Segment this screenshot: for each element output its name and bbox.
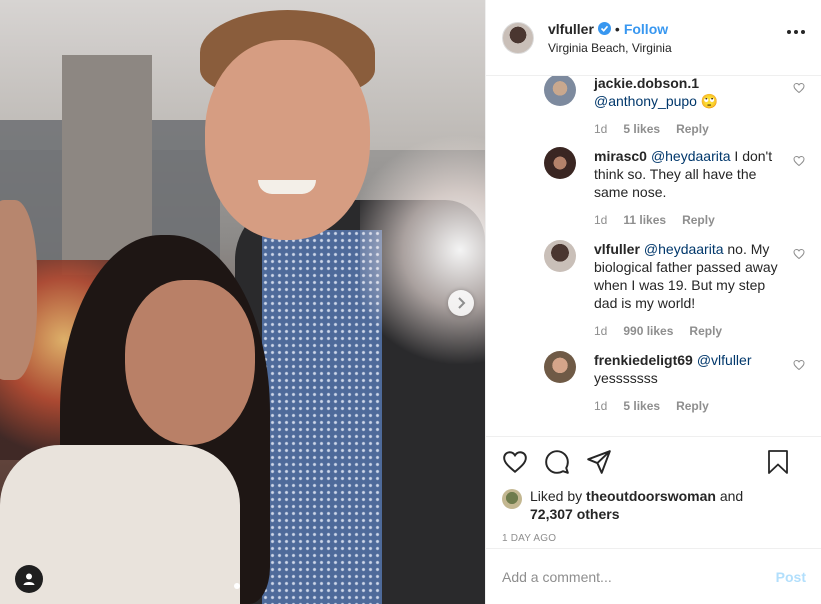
comment-mention[interactable]: @heydaarita [651,148,731,164]
commenter-username[interactable]: mirasc0 [594,148,647,164]
photo-side-person [0,200,37,380]
liked-by-and: and [719,488,744,504]
comment-text: 🙄 [696,93,719,109]
share-icon[interactable] [586,449,612,475]
reply-button[interactable]: Reply [676,399,709,413]
comment-heart-icon[interactable] [793,82,805,94]
commenter-username[interactable]: frenkiedeligt69 [594,352,693,368]
comment-time: 1d [594,122,608,136]
photo-woman-face [125,280,255,445]
comment-mention[interactable]: @vlfuller [697,352,752,368]
bookmark-icon[interactable] [766,449,790,475]
carousel-dots [234,583,240,589]
post-timestamp[interactable]: 1 DAY AGO [502,533,806,544]
add-comment-bar: Post [486,548,821,604]
heart-icon[interactable] [502,449,528,475]
comment-heart-icon[interactable] [793,155,805,167]
liked-by-user[interactable]: theoutdoorswoman [586,488,716,504]
comment-likes[interactable]: 5 likes [623,399,660,413]
reply-button[interactable]: Reply [676,122,709,136]
follow-button[interactable]: Follow [624,21,668,37]
carousel-dot-active [234,583,240,589]
user-tag-icon[interactable] [15,565,43,593]
comment-text: yesssssss [594,370,658,386]
header-separator: • [614,20,620,37]
post-actions: Liked by theoutdoorswoman and 72,307 oth… [486,436,821,544]
comment-likes[interactable]: 990 likes [623,324,673,338]
comment-item: vlfuller @heydaarita no. My biological fa… [544,240,805,338]
commenter-avatar[interactable] [544,147,576,179]
comment-likes[interactable]: 5 likes [623,122,660,136]
post-comment-button[interactable]: Post [776,569,806,585]
commenter-username[interactable]: jackie.dobson.1 [594,76,699,91]
comments-list[interactable]: jackie.dobson.1 @anthony_pupo 🙄 1d 5 lik… [486,76,821,436]
comment-input[interactable] [502,568,776,585]
action-bar [502,437,806,487]
comment-time: 1d [594,213,608,227]
liker-avatar[interactable] [502,489,522,509]
post-location[interactable]: Virginia Beach, Virginia [548,41,672,55]
post-photo[interactable] [0,0,485,604]
comment-icon[interactable] [544,449,570,475]
comment-time: 1d [594,324,608,338]
comment-item: jackie.dobson.1 @anthony_pupo 🙄 1d 5 lik… [544,76,805,136]
comment-heart-icon[interactable] [793,248,805,260]
more-options-icon[interactable] [787,30,805,34]
comment-mention[interactable]: @heydaarita [644,241,724,257]
reply-button[interactable]: Reply [682,213,715,227]
comment-likes[interactable]: 11 likes [623,213,666,227]
comment-heart-icon[interactable] [793,359,805,371]
liked-by-prefix: Liked by [530,488,583,504]
commenter-avatar[interactable] [544,240,576,272]
post-header: vlfuller • Follow Virginia Beach, Virgin… [486,0,821,76]
commenter-username[interactable]: vlfuller [594,241,640,257]
photo-man-face [205,40,370,240]
chevron-right-icon[interactable] [448,290,474,316]
author-info: vlfuller • Follow Virginia Beach, Virgin… [548,21,672,55]
photo-light-flare [360,120,485,380]
author-avatar[interactable] [502,21,534,54]
comment-item: frenkiedeligt69 @vlfuller yesssssss 1d 5 … [544,351,805,413]
photo-man-smile [258,180,316,194]
reply-button[interactable]: Reply [689,324,722,338]
commenter-avatar[interactable] [544,76,576,106]
likes-summary: Liked by theoutdoorswoman and 72,307 oth… [502,487,806,523]
comment-mention[interactable]: @anthony_pupo [594,93,697,109]
author-username[interactable]: vlfuller [548,21,594,37]
comment-item: mirasc0 @heydaarita I don't think so. The… [544,147,805,227]
post-sidebar: vlfuller • Follow Virginia Beach, Virgin… [485,0,821,604]
verified-badge-icon [597,22,611,35]
commenter-avatar[interactable] [544,351,576,383]
likes-count[interactable]: 72,307 others [530,506,620,522]
comment-time: 1d [594,399,608,413]
